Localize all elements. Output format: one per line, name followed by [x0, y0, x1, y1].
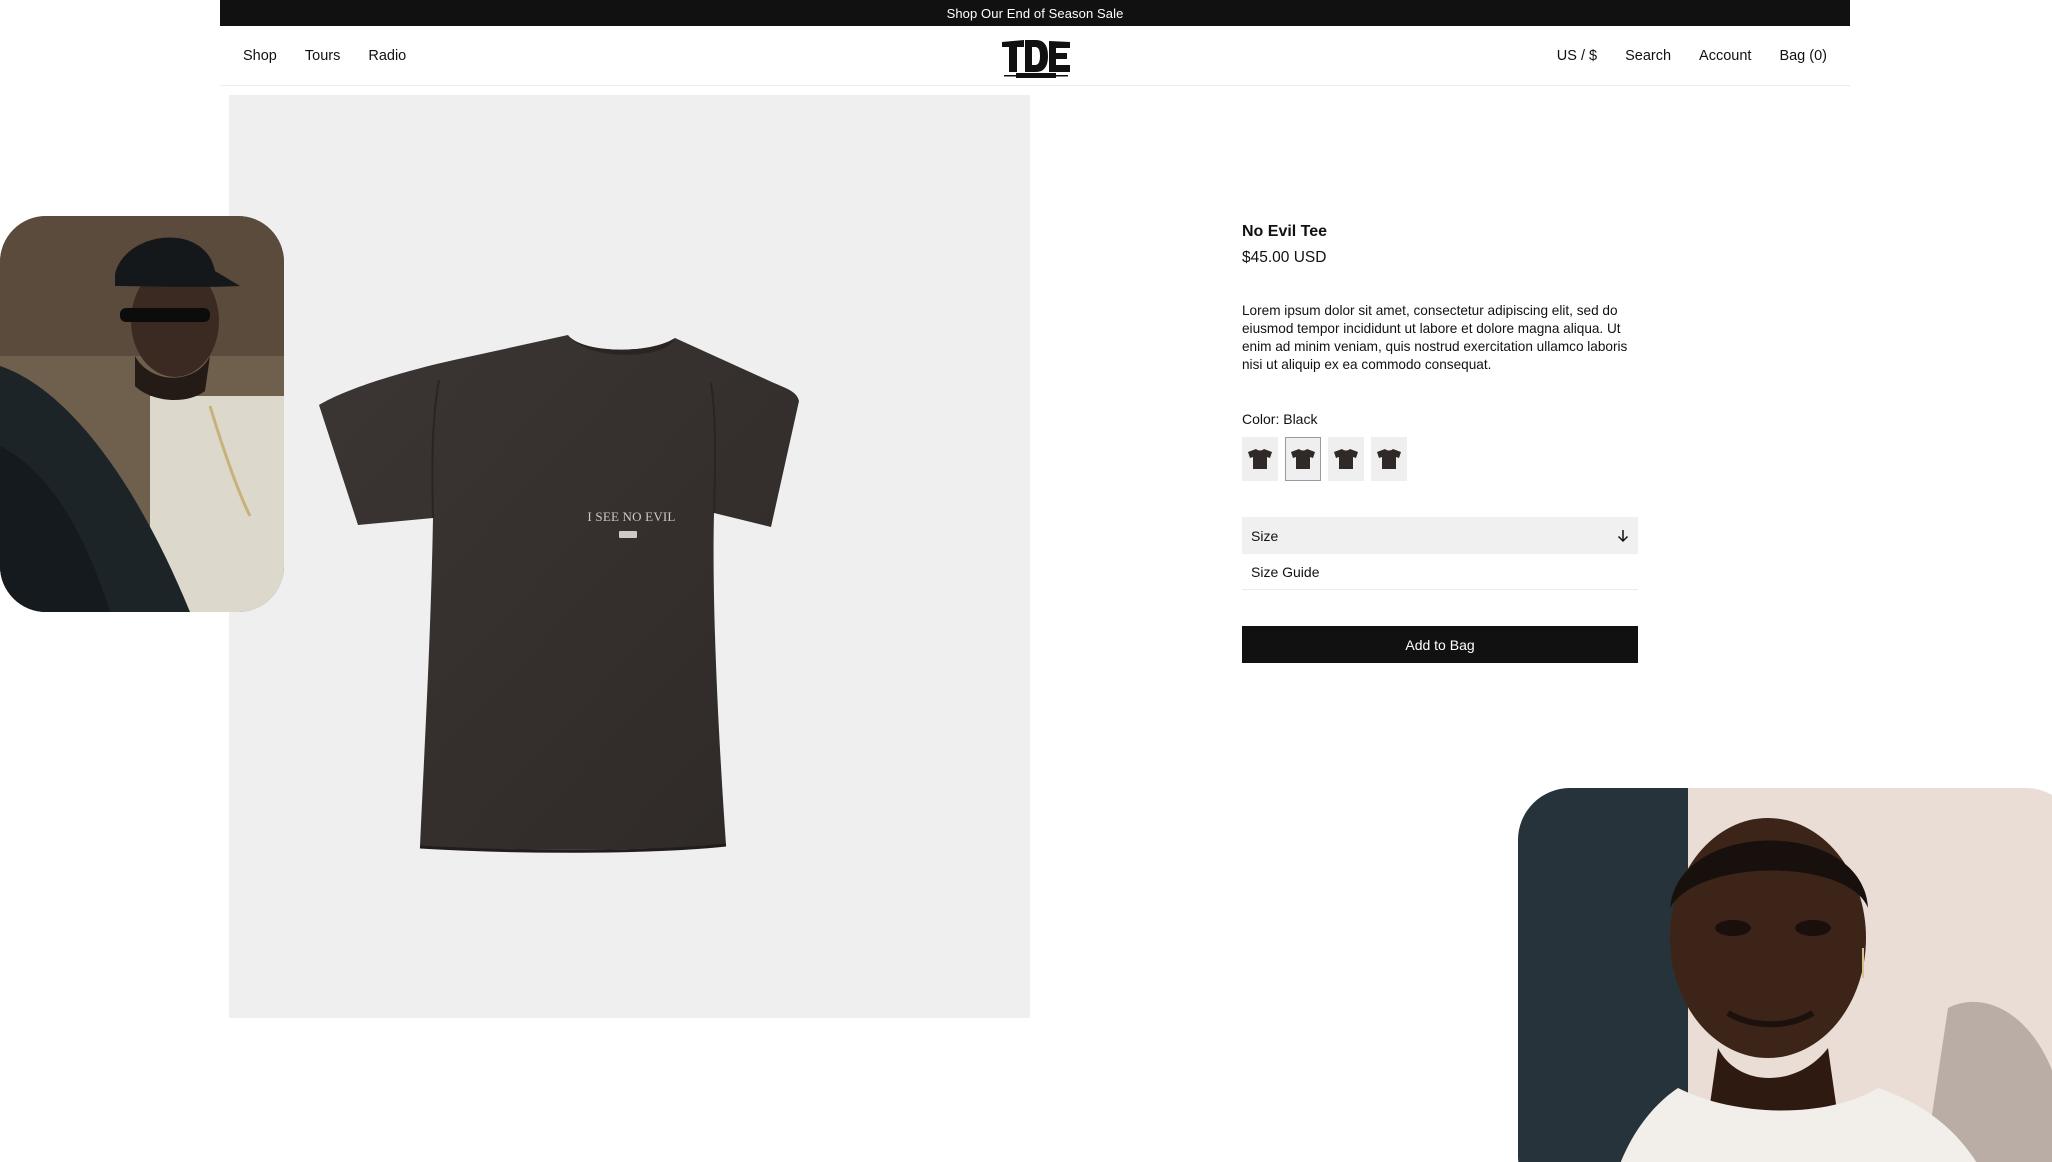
artist-portrait-image	[1518, 788, 2052, 1162]
product-price: $45.00 USD	[1242, 249, 1327, 266]
product-title: No Evil Tee	[1242, 223, 1328, 240]
product-image-panel[interactable]: I SEE NO EVIL	[229, 95, 1030, 1018]
tshirt-icon	[319, 335, 799, 853]
size-guide-label: Size Guide	[1251, 563, 1320, 580]
nav-shop[interactable]: Shop	[243, 48, 277, 64]
arrow-down-icon	[1617, 529, 1629, 542]
color-swatch-3[interactable]	[1328, 437, 1364, 481]
size-select-label: Size	[1251, 527, 1279, 544]
color-swatch-4[interactable]	[1371, 437, 1407, 481]
tde-logo[interactable]	[1000, 32, 1072, 80]
bag-link[interactable]: Bag (0)	[1779, 48, 1827, 64]
tshirt-swatch-icon	[1334, 449, 1358, 469]
site-header: Shop Tours Radio US / $ Search Account B…	[220, 26, 1850, 86]
add-to-bag-label: Add to Bag	[1405, 636, 1475, 653]
announcement-bar[interactable]: Shop Our End of Season Sale	[220, 0, 1850, 26]
size-select[interactable]: Size	[1242, 517, 1638, 554]
currency-selector[interactable]: US / $	[1557, 48, 1597, 64]
tshirt-print-logo	[619, 531, 637, 538]
utility-nav: US / $ Search Account Bag (0)	[1557, 26, 1827, 86]
search-link[interactable]: Search	[1625, 48, 1671, 64]
announcement-text[interactable]: Shop Our End of Season Sale	[947, 6, 1124, 21]
page: Shop Our End of Season Sale Shop Tours R…	[0, 0, 2052, 1162]
nav-tours[interactable]: Tours	[305, 48, 340, 64]
primary-nav: Shop Tours Radio	[243, 26, 406, 86]
color-swatch-1[interactable]	[1242, 437, 1278, 481]
account-link[interactable]: Account	[1699, 48, 1751, 64]
tshirt-print-text: I SEE NO EVIL	[587, 509, 676, 524]
artist-photo-left	[0, 216, 284, 612]
nav-radio[interactable]: Radio	[368, 48, 406, 64]
artist-photo-right	[1518, 788, 2052, 1162]
tde-logo-icon	[1002, 40, 1070, 78]
tshirt-swatch-icon	[1291, 449, 1315, 469]
color-label: Color: Black	[1242, 411, 1318, 427]
tshirt-swatch-icon	[1377, 449, 1401, 469]
product-description: Lorem ipsum dolor sit amet, consectetur …	[1242, 303, 1628, 372]
product-tshirt-image: I SEE NO EVIL	[319, 335, 944, 855]
add-to-bag-button[interactable]: Add to Bag	[1242, 626, 1638, 663]
product-info: No Evil Tee $45.00 USD Lorem ipsum dolor…	[1242, 222, 1638, 663]
artist-portrait-image	[0, 216, 284, 612]
tshirt-swatch-icon	[1248, 449, 1272, 469]
color-swatches	[1242, 437, 1638, 481]
size-guide-link[interactable]: Size Guide	[1242, 554, 1638, 590]
color-swatch-2[interactable]	[1285, 437, 1321, 481]
